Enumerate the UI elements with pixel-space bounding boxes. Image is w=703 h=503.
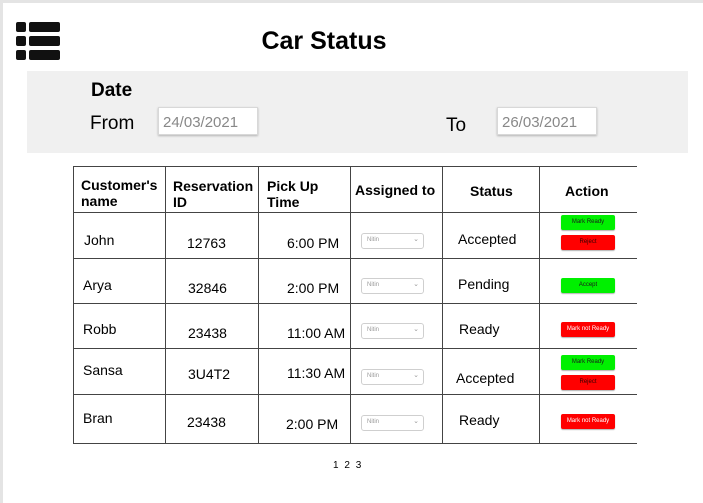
mark-ready-button[interactable]: Mark Ready bbox=[561, 215, 615, 230]
to-date-input[interactable]: 26/03/2021 bbox=[497, 107, 597, 135]
customer-name: Sansa bbox=[83, 362, 123, 378]
mark-ready-button[interactable]: Mark Ready bbox=[561, 355, 615, 370]
assignee-select-value: Nitin bbox=[367, 282, 380, 288]
column-header-assigned-to: Assigned to bbox=[355, 182, 436, 198]
reservation-id: 3U4T2 bbox=[188, 366, 231, 382]
reservation-id: 23438 bbox=[187, 414, 226, 430]
customer-name: John bbox=[84, 232, 115, 248]
pickup-time: 2:00 PM bbox=[287, 280, 340, 296]
to-label: To bbox=[446, 115, 467, 136]
accept-button[interactable]: Accept bbox=[561, 278, 615, 293]
chevron-down-icon: ⌄ bbox=[413, 418, 419, 425]
status-text: Accepted bbox=[458, 231, 517, 247]
pickup-time: 2:00 PM bbox=[286, 416, 339, 432]
assignee-select[interactable]: Nitin ⌄ bbox=[361, 415, 424, 431]
from-label: From bbox=[90, 113, 135, 134]
reservation-id: 32846 bbox=[188, 280, 227, 296]
pagination: 1 2 3 bbox=[333, 460, 364, 471]
reject-button[interactable]: Reject bbox=[561, 235, 615, 250]
status-text: Pending bbox=[458, 276, 510, 292]
assignee-select[interactable]: Nitin ⌄ bbox=[361, 369, 424, 385]
column-divider bbox=[442, 166, 443, 444]
assignee-select-value: Nitin bbox=[367, 237, 380, 243]
column-divider bbox=[350, 166, 351, 444]
page-title: Car Status bbox=[261, 27, 387, 55]
page-link-2[interactable]: 2 bbox=[344, 460, 350, 471]
reject-button[interactable]: Reject bbox=[561, 375, 615, 390]
assignee-select[interactable]: Nitin ⌄ bbox=[361, 323, 424, 339]
column-divider bbox=[258, 166, 259, 444]
assignee-select-value: Nitin bbox=[367, 419, 380, 425]
mark-not-ready-button[interactable]: Mark not Ready bbox=[561, 322, 615, 337]
chevron-down-icon: ⌄ bbox=[413, 281, 419, 288]
column-divider bbox=[539, 166, 540, 444]
column-header-pickup-time: Pick Up Time bbox=[267, 178, 319, 210]
status-text: Ready bbox=[459, 321, 500, 337]
customer-name: Arya bbox=[83, 277, 112, 293]
assignee-select[interactable]: Nitin ⌄ bbox=[361, 233, 424, 249]
column-header-customer-name: Customer's name bbox=[81, 177, 158, 209]
column-header-status: Status bbox=[470, 183, 513, 199]
chevron-down-icon: ⌄ bbox=[413, 326, 419, 333]
customer-name: Bran bbox=[83, 410, 113, 426]
column-header-action: Action bbox=[565, 183, 609, 199]
mark-not-ready-button[interactable]: Mark not Ready bbox=[561, 414, 615, 429]
assignee-select-value: Nitin bbox=[367, 327, 380, 333]
table-border-bottom bbox=[73, 443, 637, 444]
assignee-select[interactable]: Nitin ⌄ bbox=[361, 278, 424, 294]
status-text: Accepted bbox=[456, 370, 515, 386]
row-divider bbox=[73, 394, 637, 395]
assignee-select-value: Nitin bbox=[367, 373, 380, 379]
reservation-id: 23438 bbox=[188, 325, 227, 341]
column-header-reservation-id: Reservation ID bbox=[173, 178, 254, 210]
customer-name: Robb bbox=[83, 321, 117, 337]
status-text: Ready bbox=[459, 412, 500, 428]
table-header-divider bbox=[73, 212, 637, 213]
window-left-border bbox=[0, 0, 3, 503]
row-divider bbox=[73, 258, 637, 259]
pickup-time: 11:00 AM bbox=[287, 325, 346, 341]
pickup-time: 6:00 PM bbox=[287, 235, 340, 251]
column-divider bbox=[165, 166, 166, 444]
reservation-id: 12763 bbox=[187, 235, 226, 251]
date-filter-panel: Date From 24/03/2021 To 26/03/2021 bbox=[27, 71, 688, 153]
page-link-1[interactable]: 1 bbox=[333, 460, 339, 471]
date-label: Date bbox=[91, 80, 133, 101]
pickup-time: 11:30 AM bbox=[287, 365, 346, 381]
car-status-table: Customer's name Reservation ID Pick Up T… bbox=[73, 166, 637, 444]
row-divider bbox=[73, 303, 637, 304]
column-divider bbox=[73, 166, 74, 444]
table-border-top bbox=[73, 166, 637, 167]
chevron-down-icon: ⌄ bbox=[413, 236, 419, 243]
row-divider bbox=[73, 348, 637, 349]
window-top-border bbox=[0, 0, 703, 3]
chevron-down-icon: ⌄ bbox=[413, 372, 419, 379]
list-menu-icon[interactable] bbox=[16, 22, 60, 60]
from-date-input[interactable]: 24/03/2021 bbox=[158, 107, 258, 135]
page-link-3[interactable]: 3 bbox=[356, 460, 362, 471]
